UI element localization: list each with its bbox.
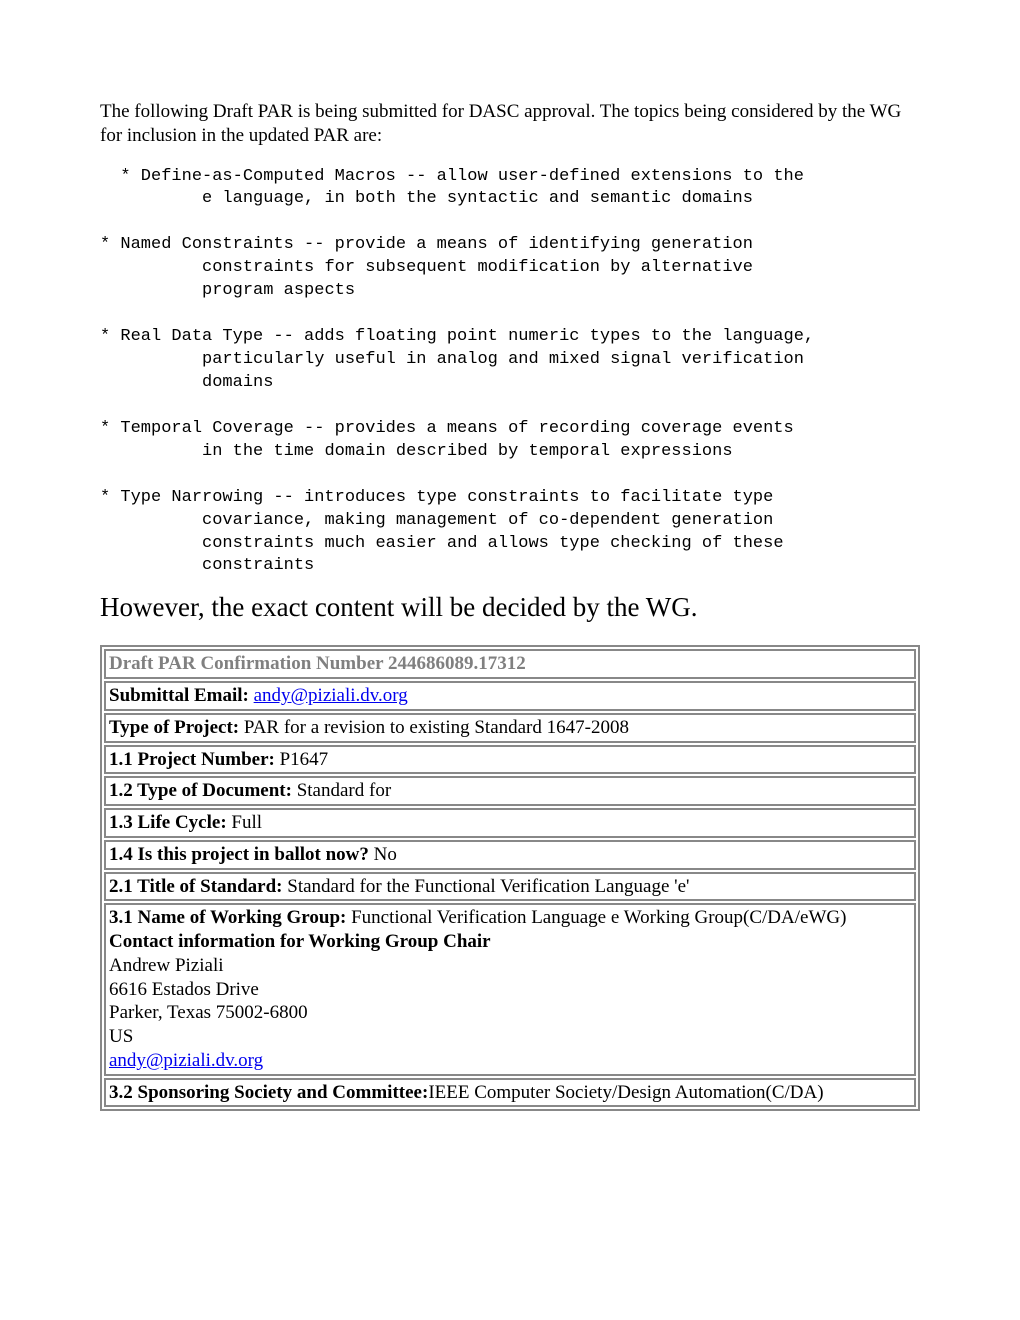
project-number-value: P1647 xyxy=(280,749,329,770)
ballot-label: 1.4 Is this project in ballot now? xyxy=(109,844,374,865)
confirmation-row: Draft PAR Confirmation Number 244686089.… xyxy=(104,649,916,679)
title-of-standard-label: 2.1 Title of Standard: xyxy=(109,876,287,897)
sponsoring-society-value: IEEE Computer Society/Design Automation(… xyxy=(428,1082,823,1103)
contact-email-link[interactable]: andy@piziali.dv.org xyxy=(109,1050,263,1071)
contact-name: Andrew Piziali xyxy=(109,955,224,976)
contact-country: US xyxy=(109,1026,133,1047)
topics-list: * Define-as-Computed Macros -- allow use… xyxy=(100,166,920,579)
life-cycle-row: 1.3 Life Cycle: Full xyxy=(104,808,916,838)
life-cycle-label: 1.3 Life Cycle: xyxy=(109,812,231,833)
type-of-project-label: Type of Project: xyxy=(109,717,244,738)
project-number-label: 1.1 Project Number: xyxy=(109,749,280,770)
type-of-project-row: Type of Project: PAR for a revision to e… xyxy=(104,713,916,743)
type-of-document-row: 1.2 Type of Document: Standard for xyxy=(104,776,916,806)
type-of-project-value: PAR for a revision to existing Standard … xyxy=(244,717,629,738)
par-table: Draft PAR Confirmation Number 244686089.… xyxy=(100,645,920,1111)
sponsoring-society-row: 3.2 Sponsoring Society and Committee:IEE… xyxy=(104,1078,916,1108)
submittal-email-link[interactable]: andy@piziali.dv.org xyxy=(254,685,408,706)
submittal-email-label: Submittal Email: xyxy=(109,685,254,706)
life-cycle-value: Full xyxy=(231,812,262,833)
project-number-row: 1.1 Project Number: P1647 xyxy=(104,745,916,775)
working-group-row: 3.1 Name of Working Group: Functional Ve… xyxy=(104,903,916,1075)
contact-addr1: 6616 Estados Drive xyxy=(109,979,259,1000)
submittal-email-row: Submittal Email: andy@piziali.dv.org xyxy=(104,681,916,711)
ballot-value: No xyxy=(374,844,397,865)
title-of-standard-value: Standard for the Functional Verification… xyxy=(287,876,689,897)
confirmation-header: Draft PAR Confirmation Number 244686089.… xyxy=(109,653,526,674)
type-of-document-label: 1.2 Type of Document: xyxy=(109,780,297,801)
working-group-value: Functional Verification Language e Worki… xyxy=(351,907,846,928)
type-of-document-value: Standard for xyxy=(297,780,391,801)
intro-paragraph: The following Draft PAR is being submitt… xyxy=(100,100,920,148)
contact-info-label: Contact information for Working Group Ch… xyxy=(109,931,491,952)
working-group-label: 3.1 Name of Working Group: xyxy=(109,907,351,928)
contact-addr2: Parker, Texas 75002-6800 xyxy=(109,1002,308,1023)
sponsoring-society-label: 3.2 Sponsoring Society and Committee: xyxy=(109,1082,428,1103)
however-note: However, the exact content will be decid… xyxy=(100,592,920,623)
ballot-row: 1.4 Is this project in ballot now? No xyxy=(104,840,916,870)
title-of-standard-row: 2.1 Title of Standard: Standard for the … xyxy=(104,872,916,902)
